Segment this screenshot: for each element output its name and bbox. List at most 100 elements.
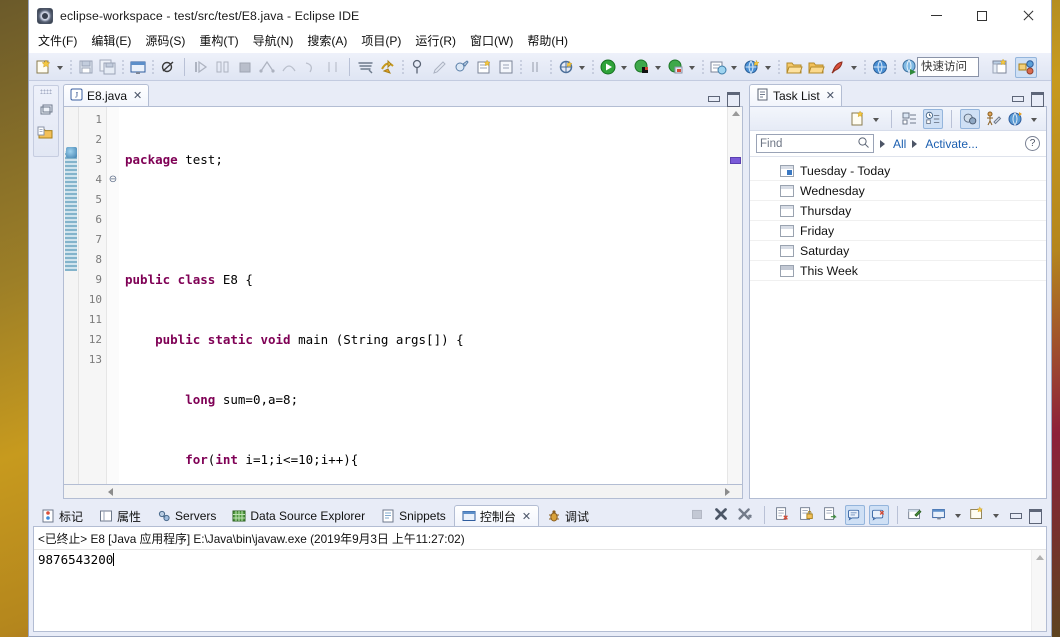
open-folder-icon[interactable] [784,57,804,77]
run-ant-icon[interactable] [828,57,848,77]
new-task-icon[interactable] [848,109,868,129]
view-bar-grip[interactable] [40,89,52,94]
terminate-icon[interactable] [235,57,255,77]
find-input[interactable]: Find [756,134,874,153]
console-tab-close-icon[interactable]: ✕ [522,510,531,523]
save-icon[interactable] [76,57,96,77]
editor-vertical-scrollbar[interactable] [727,107,742,484]
tab-servers[interactable]: Servers [149,505,224,526]
console-vertical-scrollbar[interactable] [1031,550,1046,631]
profile-icon[interactable] [279,57,299,77]
filter-activate-link[interactable]: Activate... [925,137,978,151]
menu-window[interactable]: 窗口(W) [463,32,520,52]
tab-debug[interactable]: 调试 [539,505,597,526]
overview-marker[interactable] [730,157,741,164]
maximize-button[interactable] [959,0,1005,31]
search-web-icon[interactable] [742,57,762,77]
debug-dropdown-arrow[interactable] [653,57,664,77]
step-return-icon[interactable] [323,57,343,77]
task-list-item[interactable]: This Week [750,261,1046,281]
source-code[interactable]: package test; public class E8 { public s… [119,107,727,484]
console-minimize-icon[interactable] [1009,509,1022,521]
remove-launch-icon[interactable] [712,505,732,525]
focus-icon[interactable] [983,109,1003,129]
task-list-item[interactable]: Friday [750,221,1046,241]
menu-help[interactable]: 帮助(H) [520,32,575,52]
debug-button-icon[interactable] [632,57,652,77]
editor-tab-e8java[interactable]: J E8.java ✕ [63,84,150,106]
run-button-icon[interactable] [598,57,618,77]
console-view-icon[interactable] [128,57,148,77]
new-class-icon[interactable] [496,57,516,77]
columns-icon[interactable] [213,57,233,77]
filter-all-arrow-icon[interactable] [880,139,885,148]
tab-properties[interactable]: 属性 [91,505,149,526]
menu-run[interactable]: 运行(R) [408,32,463,52]
editor-tab-close-icon[interactable]: ✕ [133,89,142,102]
run-external-dropdown-arrow[interactable] [687,57,698,77]
menu-source[interactable]: 源码(S) [138,32,192,52]
search-web-dropdown-arrow[interactable] [763,57,774,77]
scroll-lock-icon[interactable] [797,505,817,525]
menu-search[interactable]: 搜索(A) [300,32,354,52]
tab-console[interactable]: 控制台 ✕ [453,505,540,526]
view-menu-icon[interactable] [1029,109,1040,129]
new-task-dropdown-arrow[interactable] [871,109,882,129]
fold-toggle-icon[interactable]: ⊖ [107,170,119,190]
task-list-item[interactable]: Wednesday [750,181,1046,201]
new-server-dropdown-arrow[interactable] [729,57,740,77]
editor-maximize-icon[interactable] [726,92,740,107]
run-dropdown-arrow[interactable] [619,57,630,77]
menu-file[interactable]: 文件(F) [31,32,84,52]
presentation-icon[interactable] [960,108,980,129]
new-server-icon[interactable] [708,57,728,77]
save-all-icon[interactable] [98,57,118,77]
new-console-dropdown-arrow[interactable] [991,505,1002,525]
tab-snippets[interactable]: Snippets [373,505,454,526]
open-console-icon[interactable] [930,505,950,525]
task-list-item[interactable]: Saturday [750,241,1046,261]
tab-data-source-explorer[interactable]: Data Source Explorer [224,505,373,526]
open-console-dropdown-arrow[interactable] [953,505,964,525]
quick-access-input[interactable]: 快速访问 [917,57,979,77]
folding-ruler[interactable]: ⊖ [107,107,119,484]
pin-icon[interactable] [408,57,428,77]
task-list-minimize-icon[interactable] [1011,92,1024,104]
skip-breakpoints-icon[interactable] [158,57,178,77]
open-folder-alt-icon[interactable] [806,57,826,77]
show-console-on-output-icon[interactable] [845,505,865,525]
terminate-all-icon[interactable] [688,505,708,525]
debug-step-icon[interactable] [301,57,321,77]
menu-project[interactable]: 项目(P) [354,32,408,52]
annotation-ruler[interactable] [64,107,79,484]
pin-console-icon[interactable] [869,505,889,525]
display-selected-console-icon[interactable] [906,505,926,525]
filter-activate-arrow-icon[interactable] [912,139,918,148]
console-maximize-icon[interactable] [1028,509,1042,524]
open-type-icon[interactable] [556,57,576,77]
scroll-right-arrow-icon[interactable] [725,488,730,496]
editor-minimize-icon[interactable] [707,92,720,104]
annotation-marker-icon[interactable] [66,147,77,158]
step-over-icon[interactable] [191,57,211,77]
new-wizard-icon[interactable] [34,57,54,77]
task-list-item[interactable]: Tuesday - Today [750,161,1046,181]
relaunch-icon[interactable] [257,57,277,77]
synchronize-icon[interactable] [1006,109,1026,129]
word-wrap-icon[interactable] [821,505,841,525]
help-icon[interactable]: ? [1025,136,1040,151]
restore-icon[interactable] [36,100,56,120]
task-list-item[interactable]: Thursday [750,201,1046,221]
scroll-up-arrow-icon[interactable] [1036,555,1044,560]
external-tools-icon[interactable] [452,57,472,77]
remove-all-launches-icon[interactable] [736,505,756,525]
open-type-dropdown-arrow[interactable] [577,57,588,77]
task-list-maximize-icon[interactable] [1030,92,1044,107]
run-external-icon[interactable] [666,57,686,77]
close-button[interactable] [1005,0,1051,31]
schedule-icon[interactable] [923,108,943,129]
tab-markers[interactable]: 标记 [33,505,91,526]
new-java-project-icon[interactable] [474,57,494,77]
annotations-icon[interactable] [378,57,398,77]
minimize-button[interactable] [913,0,959,31]
